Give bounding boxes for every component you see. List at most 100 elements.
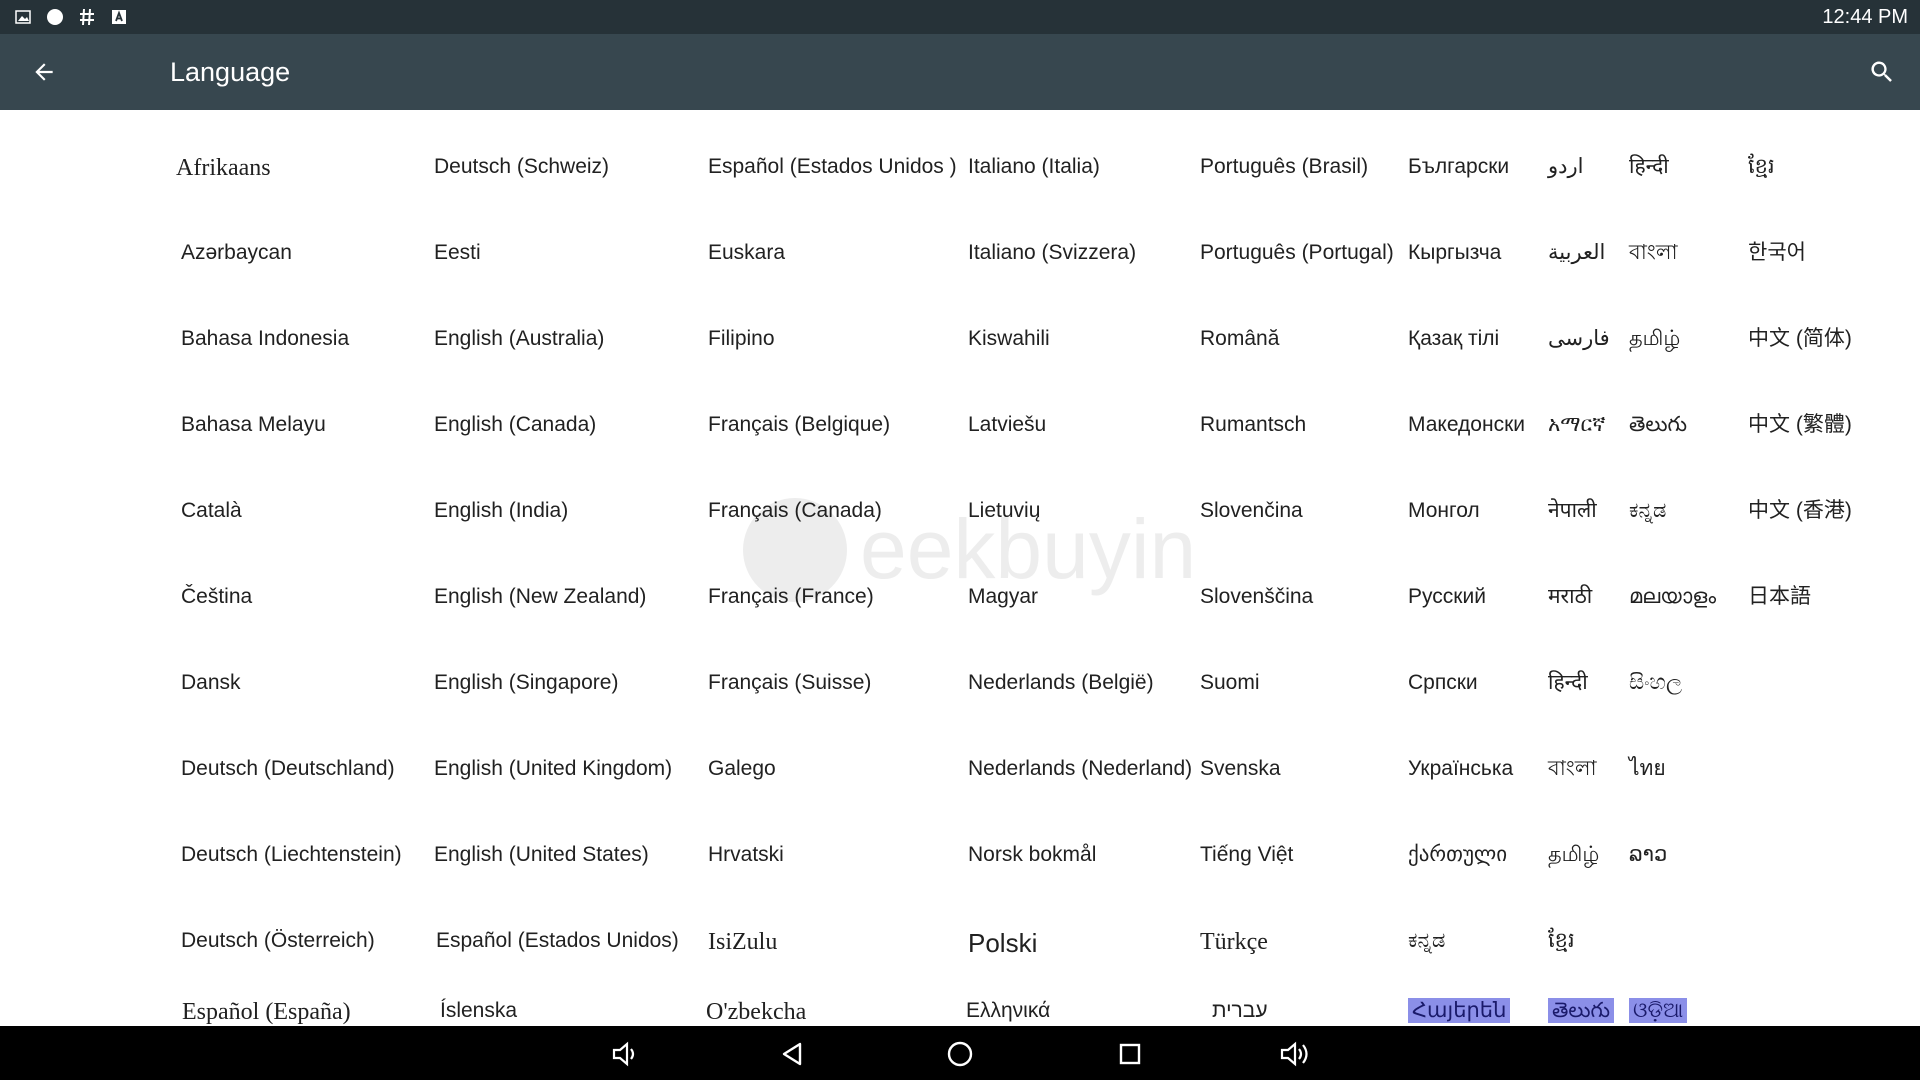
language-option[interactable]: Rumantsch: [1200, 412, 1306, 437]
language-option[interactable]: Italiano (Svizzera): [968, 240, 1136, 265]
language-option[interactable]: עברית: [1212, 998, 1268, 1023]
language-option[interactable]: Français (Belgique): [708, 412, 890, 437]
language-option[interactable]: తెలుగు: [1548, 998, 1615, 1024]
language-option[interactable]: Magyar: [968, 584, 1038, 609]
language-option[interactable]: Кыргызча: [1408, 240, 1501, 265]
language-option[interactable]: O'zbekcha: [706, 998, 806, 1026]
language-option[interactable]: Svenska: [1200, 756, 1281, 781]
language-option[interactable]: Lietuvių: [968, 498, 1040, 523]
language-option[interactable]: Čeština: [181, 584, 252, 609]
language-option[interactable]: తెలుగు: [1629, 412, 1687, 437]
language-option[interactable]: Slovenčina: [1200, 498, 1303, 523]
language-option[interactable]: Norsk bokmål: [968, 842, 1096, 867]
language-option[interactable]: 한국어: [1748, 240, 1806, 265]
language-option[interactable]: Português (Portugal): [1200, 240, 1394, 265]
language-option[interactable]: فارسی: [1548, 326, 1610, 351]
language-option[interactable]: Afrikaans: [176, 154, 271, 183]
language-option[interactable]: 中文 (繁體): [1748, 412, 1852, 437]
language-option[interactable]: Español (España): [182, 998, 351, 1026]
language-option[interactable]: Français (Suisse): [708, 670, 871, 695]
language-option[interactable]: English (Canada): [434, 412, 596, 437]
language-option[interactable]: සිංහල: [1629, 670, 1682, 695]
language-option[interactable]: ଓଡ଼ିଆ: [1629, 998, 1688, 1024]
language-option[interactable]: Español (Estados Unidos): [436, 928, 679, 953]
language-option[interactable]: English (Australia): [434, 326, 604, 351]
language-option[interactable]: Türkçe: [1200, 928, 1268, 957]
language-option[interactable]: Nederlands (Nederland): [968, 756, 1192, 781]
language-option[interactable]: Azərbaycan: [181, 240, 292, 265]
language-option[interactable]: 日本語: [1748, 584, 1811, 609]
language-option[interactable]: Bahasa Indonesia: [181, 326, 349, 351]
language-option[interactable]: മലയാളം: [1629, 584, 1716, 609]
language-option[interactable]: Македонски: [1408, 412, 1525, 437]
back-button[interactable]: [26, 54, 62, 90]
language-option[interactable]: ಕನ್ನಡ: [1408, 928, 1445, 953]
language-option[interactable]: Kiswahili: [968, 326, 1050, 351]
language-option[interactable]: IsiZulu: [708, 928, 777, 957]
language-option[interactable]: Íslenska: [440, 998, 517, 1023]
language-option[interactable]: Български: [1408, 154, 1509, 179]
language-option[interactable]: اردو: [1548, 154, 1583, 179]
search-button[interactable]: [1864, 54, 1900, 90]
language-option[interactable]: Slovenščina: [1200, 584, 1313, 609]
language-option[interactable]: हिन्दी: [1629, 154, 1669, 179]
language-option[interactable]: Euskara: [708, 240, 785, 265]
language-option[interactable]: Deutsch (Liechtenstein): [181, 842, 402, 867]
home-nav-button[interactable]: [940, 1034, 980, 1074]
language-option[interactable]: Deutsch (Schweiz): [434, 154, 609, 179]
language-option[interactable]: Suomi: [1200, 670, 1260, 695]
language-option[interactable]: Filipino: [708, 326, 775, 351]
language-option[interactable]: Nederlands (België): [968, 670, 1154, 695]
language-option[interactable]: தமிழ்: [1548, 842, 1599, 867]
language-option[interactable]: ไทย: [1629, 756, 1666, 781]
language-option[interactable]: Español (Estados Unidos ): [708, 154, 957, 179]
language-option[interactable]: বাংলা: [1629, 240, 1678, 265]
language-option[interactable]: English (India): [434, 498, 568, 523]
language-option[interactable]: Русский: [1408, 584, 1486, 609]
language-option[interactable]: Қазақ тілі: [1408, 326, 1499, 351]
language-option[interactable]: Hrvatski: [708, 842, 784, 867]
language-option[interactable]: Français (France): [708, 584, 874, 609]
language-option[interactable]: ខ្មែរ: [1748, 154, 1775, 179]
language-option[interactable]: Монгол: [1408, 498, 1480, 523]
language-option[interactable]: Tiếng Việt: [1200, 842, 1293, 867]
language-option[interactable]: Eesti: [434, 240, 481, 265]
language-option[interactable]: Dansk: [181, 670, 241, 695]
language-option[interactable]: 中文 (简体): [1748, 326, 1852, 351]
language-option[interactable]: ខ្មែរ: [1548, 928, 1575, 953]
language-option[interactable]: Հայերեն: [1408, 998, 1511, 1024]
language-option[interactable]: नेपाली: [1548, 498, 1597, 523]
language-option[interactable]: Français (Canada): [708, 498, 882, 523]
language-option[interactable]: Polski: [968, 928, 1037, 959]
language-option[interactable]: Deutsch (Österreich): [181, 928, 375, 953]
language-option[interactable]: English (United Kingdom): [434, 756, 672, 781]
language-option[interactable]: हिन्दी: [1548, 670, 1588, 695]
language-option[interactable]: தமிழ்: [1629, 326, 1680, 351]
volume-up-button[interactable]: [1275, 1034, 1315, 1074]
language-option[interactable]: Ελληνικά: [966, 998, 1050, 1023]
language-option[interactable]: ქართული: [1408, 842, 1507, 867]
language-option[interactable]: Català: [181, 498, 242, 523]
language-option[interactable]: English (Singapore): [434, 670, 618, 695]
language-option[interactable]: ລາວ: [1629, 842, 1667, 867]
language-option[interactable]: Română: [1200, 326, 1279, 351]
language-option[interactable]: Українська: [1408, 756, 1513, 781]
language-option[interactable]: English (United States): [434, 842, 649, 867]
language-option[interactable]: العربية: [1548, 240, 1605, 265]
language-option[interactable]: ಕನ್ನಡ: [1629, 498, 1666, 523]
language-option[interactable]: Português (Brasil): [1200, 154, 1368, 179]
language-option[interactable]: 中文 (香港): [1748, 498, 1852, 523]
language-option[interactable]: বাংলা: [1548, 756, 1597, 781]
back-nav-button[interactable]: [772, 1034, 812, 1074]
language-option[interactable]: Galego: [708, 756, 776, 781]
volume-down-button[interactable]: [605, 1034, 645, 1074]
language-option[interactable]: मराठी: [1548, 584, 1592, 609]
language-option[interactable]: አማርኛ: [1548, 412, 1606, 437]
language-option[interactable]: Српски: [1408, 670, 1478, 695]
recents-nav-button[interactable]: [1110, 1034, 1150, 1074]
language-option[interactable]: Italiano (Italia): [968, 154, 1100, 179]
language-option[interactable]: Latviešu: [968, 412, 1046, 437]
language-option[interactable]: Bahasa Melayu: [181, 412, 326, 437]
language-option[interactable]: English (New Zealand): [434, 584, 646, 609]
language-option[interactable]: Deutsch (Deutschland): [181, 756, 395, 781]
